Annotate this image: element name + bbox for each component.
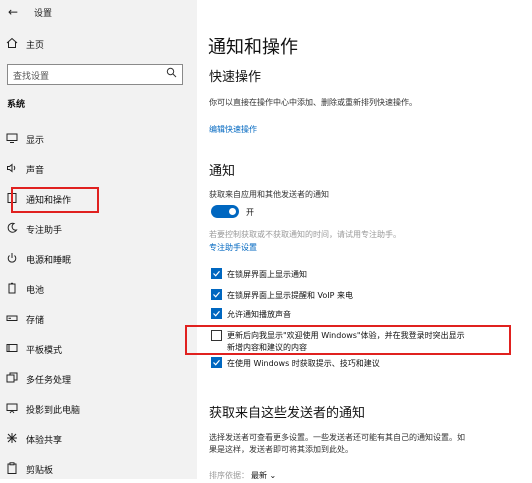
sidebar-item-label: 多任务处理 bbox=[26, 376, 72, 386]
notification-sounds-checkbox[interactable] bbox=[211, 308, 222, 319]
sound-icon bbox=[5, 162, 19, 176]
window-title: 设置 bbox=[34, 9, 53, 19]
lockscreen-notifications-checkbox[interactable] bbox=[211, 268, 222, 279]
sidebar-item-sound[interactable]: 声音 bbox=[0, 159, 197, 183]
sidebar-item-project[interactable]: 投影到此电脑 bbox=[0, 399, 197, 423]
get-notifications-label: 获取来自应用和其他发送者的通知 bbox=[209, 190, 329, 199]
sidebar-item-label: 剪贴板 bbox=[26, 466, 54, 476]
section-label: 系统 bbox=[7, 100, 26, 110]
sidebar-item-label: 体验共享 bbox=[26, 436, 63, 446]
sort-by-label: 排序依据： bbox=[209, 471, 249, 480]
moon-icon bbox=[5, 222, 19, 236]
sidebar-item-label: 主页 bbox=[26, 41, 45, 51]
senders-desc-line2: 果是这样，发送者即可将其添加到此处。 bbox=[209, 445, 353, 454]
checkmark-icon bbox=[213, 310, 220, 317]
tips-tricks-checkbox[interactable] bbox=[211, 357, 222, 368]
clipboard-icon bbox=[5, 462, 19, 476]
senders-heading: 获取来自这些发送者的通知 bbox=[209, 406, 366, 421]
sidebar-item-shared-experiences[interactable]: 体验共享 bbox=[0, 429, 197, 453]
checkmark-icon bbox=[213, 359, 220, 366]
sidebar-item-label: 投影到此电脑 bbox=[26, 406, 81, 416]
checkbox-label: 允许通知播放声音 bbox=[227, 310, 291, 319]
display-icon bbox=[5, 132, 19, 146]
sidebar-item-storage[interactable]: 存储 bbox=[0, 309, 197, 333]
notifications-toggle[interactable] bbox=[211, 205, 239, 218]
sidebar-item-label: 显示 bbox=[26, 136, 45, 146]
sidebar-item-power[interactable]: 电源和睡眠 bbox=[0, 249, 197, 273]
checkmark-icon bbox=[213, 291, 220, 298]
sidebar-item-tablet-mode[interactable]: 平板模式 bbox=[0, 339, 197, 363]
highlight-box-sidebar bbox=[11, 187, 99, 213]
sort-by-dropdown[interactable]: 最新 ⌄ bbox=[251, 470, 276, 481]
highlight-box-main bbox=[185, 325, 511, 355]
toggle-state-label: 开 bbox=[246, 208, 254, 217]
sidebar-item-label: 电池 bbox=[26, 286, 45, 296]
main-content: 通知和操作 快速操作 你可以直接在操作中心中添加、删除或重新排列快速操作。 编辑… bbox=[185, 0, 532, 481]
search-placeholder: 查找设置 bbox=[13, 72, 50, 82]
search-input[interactable]: 查找设置 bbox=[7, 64, 183, 85]
sidebar-item-clipboard[interactable]: 剪贴板 bbox=[0, 459, 197, 483]
sidebar-item-label: 专注助手 bbox=[26, 226, 63, 236]
checkbox-label: 在锁屏界面上显示通知 bbox=[227, 270, 307, 279]
checkmark-icon bbox=[213, 270, 220, 277]
sidebar-item-home[interactable]: 主页 bbox=[0, 34, 197, 58]
home-icon bbox=[5, 37, 19, 51]
share-icon bbox=[5, 432, 19, 446]
quick-actions-desc: 你可以直接在操作中心中添加、删除或重新排列快速操作。 bbox=[209, 98, 417, 107]
senders-desc-line1: 选择发送者可查看更多设置。一些发送者还可能有其自己的通知设置。如 bbox=[209, 433, 465, 442]
sidebar-item-multitasking[interactable]: 多任务处理 bbox=[0, 369, 197, 393]
multitask-icon bbox=[5, 372, 19, 386]
tablet-icon bbox=[5, 342, 19, 356]
focus-assist-settings-link[interactable]: 专注助手设置 bbox=[209, 242, 257, 253]
page-title: 通知和操作 bbox=[208, 37, 298, 58]
sidebar-item-battery[interactable]: 电池 bbox=[0, 279, 197, 303]
search-icon[interactable] bbox=[166, 67, 177, 81]
lockscreen-reminders-checkbox[interactable] bbox=[211, 289, 222, 300]
battery-icon bbox=[5, 282, 19, 296]
edit-quick-actions-link[interactable]: 编辑快速操作 bbox=[209, 124, 257, 135]
quick-actions-heading: 快速操作 bbox=[209, 70, 262, 85]
power-icon bbox=[5, 252, 19, 266]
sidebar-item-display[interactable]: 显示 bbox=[0, 129, 197, 153]
storage-icon bbox=[5, 312, 19, 326]
checkbox-label: 在锁屏界面上显示提醒和 VoIP 来电 bbox=[227, 291, 354, 300]
sidebar-item-label: 存储 bbox=[26, 316, 45, 326]
project-icon bbox=[5, 402, 19, 416]
sidebar: ← 设置 主页 查找设置 系统 显示 声音 通知和操作 专注助手 电源和睡眠 电… bbox=[0, 0, 197, 479]
sidebar-item-label: 声音 bbox=[26, 166, 45, 176]
sidebar-item-focus-assist[interactable]: 专注助手 bbox=[0, 219, 197, 243]
toggle-knob bbox=[229, 208, 236, 215]
focus-assist-desc: 若要控制获取或不获取通知的时间，请试用专注助手。 bbox=[209, 230, 401, 239]
checkbox-label: 在使用 Windows 时获取提示、技巧和建议 bbox=[227, 359, 380, 368]
back-arrow-icon[interactable]: ← bbox=[8, 5, 18, 19]
sidebar-item-label: 电源和睡眠 bbox=[26, 256, 72, 266]
sidebar-item-label: 平板模式 bbox=[26, 346, 63, 356]
notifications-heading: 通知 bbox=[209, 164, 236, 179]
